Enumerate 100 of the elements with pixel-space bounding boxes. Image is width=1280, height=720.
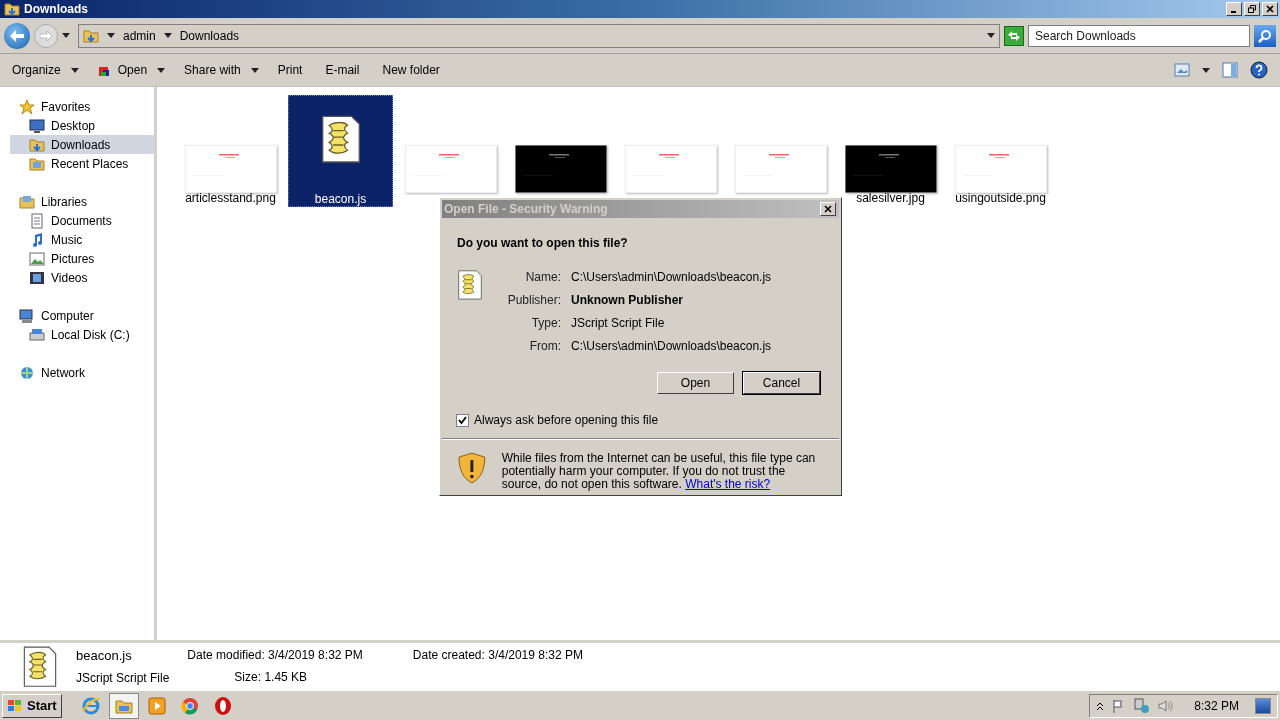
field-label: From: xyxy=(528,338,561,355)
file-item[interactable]: beacon.js xyxy=(288,95,393,207)
details-field: Date modified: 3/4/2019 8:32 PM xyxy=(187,645,363,664)
speaker-icon xyxy=(1158,698,1175,713)
close-button[interactable] xyxy=(820,202,836,216)
browser-o-icon xyxy=(212,695,233,716)
field-label: Name: xyxy=(524,269,561,286)
folder-icon xyxy=(29,155,45,172)
sidebar-group[interactable]: Libraries xyxy=(0,192,154,211)
picture-icon xyxy=(29,250,45,267)
toolbar-button[interactable]: Open xyxy=(97,58,166,82)
field-value: Unknown Publisher xyxy=(571,292,684,309)
monitor-icon xyxy=(29,117,45,134)
file-name: beacon.js xyxy=(314,192,367,206)
window-title: Downloads xyxy=(24,1,88,18)
history-caret-icon xyxy=(62,33,70,38)
file-name: salesilver.jpg xyxy=(856,191,925,205)
checkbox[interactable] xyxy=(456,413,469,427)
search-field[interactable]: Search Downloads xyxy=(1028,24,1250,47)
sidebar-group[interactable]: Network xyxy=(0,363,154,382)
dialog-button[interactable]: Cancel xyxy=(743,372,820,394)
computer-icon xyxy=(19,307,35,324)
folder-icon xyxy=(29,136,45,153)
sidebar-item[interactable]: Local Disk (C:) xyxy=(10,325,154,344)
sidebar-item[interactable]: Recent Places xyxy=(10,154,154,173)
view-options-icon xyxy=(1174,63,1190,77)
view-caret-icon xyxy=(1202,67,1210,73)
search-button[interactable] xyxy=(1254,24,1276,47)
play-icon xyxy=(146,695,167,716)
help-icon xyxy=(1250,61,1268,79)
preview-pane-icon xyxy=(1222,62,1238,78)
close-button[interactable] xyxy=(1262,2,1278,16)
restore-button[interactable] xyxy=(1244,2,1260,16)
file-item[interactable]: articlesstand.png xyxy=(178,95,283,205)
script-file-icon xyxy=(457,270,483,300)
browser-circle-icon xyxy=(179,695,200,716)
sidebar-item[interactable]: Downloads xyxy=(10,135,154,154)
sidebar-item[interactable]: Documents xyxy=(10,211,154,230)
document-icon xyxy=(29,212,45,229)
field-label: Type: xyxy=(530,315,561,332)
right-arrow-icon xyxy=(40,30,52,41)
toolbar-button[interactable]: Share with xyxy=(184,58,259,82)
checkmark-icon xyxy=(458,415,467,425)
taskbar-app[interactable] xyxy=(108,692,139,719)
field-label: Publisher: xyxy=(506,292,561,309)
details-field: Size: 1.45 KB xyxy=(187,667,363,686)
field-value: JScript Script File xyxy=(571,315,666,332)
breadcrumb-caret-icon xyxy=(163,33,172,38)
details-file-type: JScript Script File xyxy=(76,670,170,688)
minimize-button[interactable] xyxy=(1226,2,1242,16)
file-item[interactable]: usingoutside.png xyxy=(948,95,1053,205)
risk-link[interactable]: What's the risk? xyxy=(685,477,771,491)
start-button[interactable]: Start xyxy=(2,693,62,718)
field-value: C:\Users\admin\Downloads\beacon.js xyxy=(571,338,772,355)
breadcrumb-item[interactable]: admin xyxy=(123,26,156,45)
caret-icon xyxy=(157,67,166,73)
breadcrumb-item[interactable]: Downloads xyxy=(179,26,240,45)
file-item[interactable]: salesilver.jpg xyxy=(838,95,943,205)
address-field[interactable]: admin Downloads xyxy=(78,23,1000,48)
star-icon xyxy=(19,98,35,115)
windows-flag-icon xyxy=(7,698,23,713)
script-file-icon xyxy=(319,114,362,164)
folder-icon xyxy=(19,193,35,210)
show-desktop-button[interactable] xyxy=(1255,697,1271,714)
close-icon xyxy=(1266,5,1274,13)
network-icon xyxy=(1134,697,1151,714)
checkbox-label: Always ask before opening this file xyxy=(474,412,659,429)
chevron-up-icon xyxy=(1096,700,1105,711)
sidebar-item[interactable]: Pictures xyxy=(10,249,154,268)
refresh-button[interactable] xyxy=(1004,25,1024,46)
restore-icon xyxy=(1248,5,1256,13)
sidebar-group[interactable]: Favorites xyxy=(0,97,154,116)
dialog-button[interactable]: Open xyxy=(657,372,734,394)
search-icon xyxy=(1258,28,1272,43)
sidebar-item[interactable]: Desktop xyxy=(10,116,154,135)
refresh-arrows-icon xyxy=(1007,29,1021,42)
details-file-name: beacon.js xyxy=(76,646,133,665)
sidebar-item[interactable]: Music xyxy=(10,230,154,249)
details-field: Date created: 3/4/2019 8:32 PM xyxy=(412,645,583,664)
folder-icon xyxy=(4,1,20,17)
breadcrumb-caret-icon xyxy=(107,33,115,38)
globe-icon xyxy=(19,364,35,381)
file-name: articlesstand.png xyxy=(185,191,276,205)
toolbar-button[interactable]: Organize xyxy=(12,58,79,82)
film-icon xyxy=(29,269,45,286)
sidebar-item[interactable]: Videos xyxy=(10,268,154,287)
shield-warning-icon xyxy=(457,452,487,484)
toolbar-button[interactable]: New folder xyxy=(382,58,444,82)
caret-icon xyxy=(250,67,259,73)
back-button[interactable] xyxy=(4,22,30,49)
clock: 8:32 PM xyxy=(1194,697,1239,715)
sidebar-group[interactable]: Computer xyxy=(0,306,154,325)
left-arrow-icon xyxy=(10,29,24,42)
dialog-question: Do you want to open this file? xyxy=(457,236,628,250)
browser-e-icon xyxy=(80,695,101,716)
disk-drive-icon xyxy=(29,326,45,343)
caret-icon xyxy=(70,67,79,73)
toolbar-button[interactable]: E-mail xyxy=(325,58,364,82)
toolbar-button[interactable]: Print xyxy=(277,58,307,82)
address-dropdown-icon xyxy=(987,33,995,38)
